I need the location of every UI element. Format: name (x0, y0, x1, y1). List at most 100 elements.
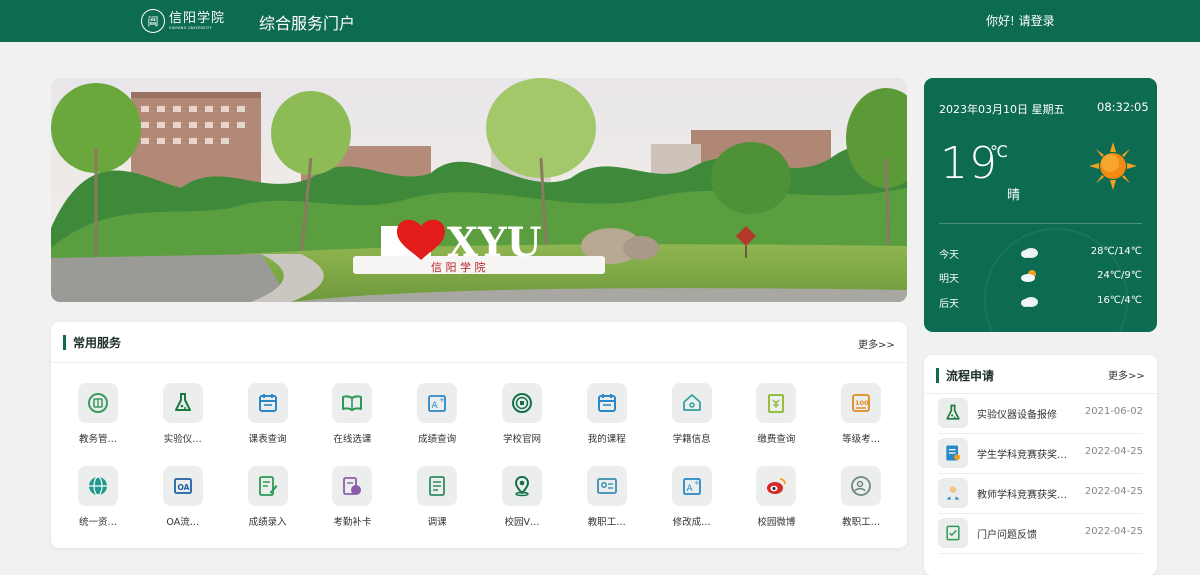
greeting-text: 你好! (986, 14, 1015, 28)
services-header: 常用服务 更多>> (51, 322, 907, 363)
score-100-icon: 100 (841, 383, 882, 423)
forecast-after-tomorrow: 后天 16℃/4℃ (939, 294, 1142, 310)
service-tile[interactable]: A + 修改成… (657, 466, 727, 536)
flow-item-date: 2021-06-02 (1084, 406, 1143, 417)
forecast-today: 今天 28℃/14℃ (939, 245, 1142, 261)
flask-icon (938, 398, 968, 428)
service-label: 教务管… (78, 434, 117, 445)
service-tile[interactable]: 缴费查询 (741, 383, 811, 453)
service-label: 学籍信息 (672, 434, 711, 445)
service-label: 校园微博 (757, 517, 796, 528)
certificate-icon (938, 438, 968, 468)
weather-widget: 2023年03月10日 星期五 08:32:05 19 ℃ 晴 今天 28℃/1… (924, 78, 1157, 332)
flow-more-link[interactable]: 更多>> (1108, 367, 1145, 382)
flow-item-name: 门户问题反馈 (977, 530, 1037, 541)
login-link[interactable]: 请登录 (1019, 14, 1055, 28)
school-seal-icon: 阊 (141, 9, 165, 33)
service-tile[interactable]: A + 成绩查询 (402, 383, 472, 453)
svg-text:A: A (686, 484, 693, 494)
service-tile[interactable]: 教职工… (826, 466, 896, 536)
campus-banner[interactable]: I XYU 信 阳 学 院 (51, 78, 907, 302)
flow-item[interactable]: 教师学科竞赛获奖… 2022-04-25 (938, 473, 1143, 514)
service-label: 实验仪… (163, 434, 202, 445)
weather-date: 2023年03月10日 星期五 (939, 103, 1065, 116)
forecast-day: 今天 (939, 250, 959, 261)
flow-item[interactable]: 门户问题反馈 2022-04-25 (938, 513, 1143, 554)
weather-divider (939, 223, 1142, 224)
service-label: 成绩查询 (418, 434, 457, 445)
service-label: 考勤补卡 (333, 517, 372, 528)
forecast-tomorrow: 明天 24℃/9℃ (939, 269, 1142, 285)
location-pin-icon (502, 466, 542, 506)
service-tile[interactable]: 100 等级考… (826, 383, 896, 453)
service-tile[interactable]: 学校官网 (487, 383, 557, 453)
service-tile[interactable]: 校园V… (487, 466, 557, 536)
svg-text:+: + (439, 396, 445, 404)
service-tile[interactable]: OA OA流… (148, 466, 218, 536)
flow-item-date: 2022-04-25 (1084, 486, 1143, 497)
service-tile[interactable]: 我的课程 (572, 383, 642, 453)
service-label: 我的课程 (587, 434, 626, 445)
logo-english-name: XINYANG UNIVERSITY (169, 25, 212, 30)
service-tile[interactable]: 实验仪… (148, 383, 218, 453)
svg-text:信 阳 学 院: 信 阳 学 院 (431, 260, 486, 274)
service-tile[interactable]: 校园微博 (741, 466, 811, 536)
forecast-range: 24℃/9℃ (1097, 270, 1142, 281)
services-title: 常用服务 (73, 336, 122, 350)
university-logo[interactable]: 阊 信阳学院 XINYANG UNIVERSITY (141, 8, 225, 34)
service-label: 课表查询 (248, 434, 287, 445)
forecast-day: 明天 (939, 274, 959, 285)
flow-item[interactable]: 实验仪器设备报修 2021-06-02 (938, 393, 1143, 434)
svg-text:I: I (381, 219, 400, 266)
section-accent-bar (936, 368, 939, 383)
grade-icon: A + (417, 383, 458, 423)
service-label: OA流… (166, 517, 200, 528)
calendar-icon (247, 383, 288, 423)
flow-item[interactable]: 学生学科竞赛获奖… 2022-04-25 (938, 433, 1143, 474)
service-tile[interactable]: 教务管… (63, 383, 133, 453)
id-card-icon (586, 466, 627, 506)
flow-item-name: 教师学科竞赛获奖… (977, 490, 1067, 501)
flow-header: 流程申请 更多>> (924, 355, 1157, 394)
service-label: 统一资… (78, 517, 117, 528)
service-tile[interactable]: 统一资… (63, 466, 133, 536)
service-label: 教职工… (842, 517, 881, 528)
document-icon (417, 466, 458, 506)
temperature-unit: ℃ (990, 142, 1008, 161)
teacher-award-icon (938, 478, 968, 508)
section-accent-bar (63, 335, 66, 350)
service-label: 教职工… (587, 517, 626, 528)
login-area: 你好! 请登录 (986, 12, 1055, 29)
service-label: 在线选课 (333, 434, 372, 445)
flow-item-name: 学生学科竞赛获奖… (977, 450, 1067, 461)
service-tile[interactable]: 在线选课 (317, 383, 387, 453)
flow-item-date: 2022-04-25 (1084, 526, 1143, 537)
service-tile[interactable]: 课表查询 (233, 383, 303, 453)
logo-name: 信阳学院 (169, 10, 226, 26)
feedback-icon (938, 518, 968, 548)
process-application-card: 流程申请 更多>> 实验仪器设备报修 2021-06-02 学生学科竞赛获奖… 202… (924, 355, 1157, 575)
service-tile[interactable]: 调课 (402, 466, 472, 536)
campus-photo: I XYU 信 阳 学 院 (51, 78, 907, 302)
cloudy-icon (1019, 294, 1039, 311)
service-tile[interactable]: 考勤补卡 (317, 466, 387, 536)
globe-icon (78, 466, 118, 506)
svg-text:OA: OA (177, 483, 189, 492)
school-seal-icon (502, 383, 542, 423)
grade-edit-icon: A + (671, 466, 712, 506)
service-tile[interactable]: 学籍信息 (657, 383, 727, 453)
forecast-range: 28℃/14℃ (1090, 246, 1142, 257)
svg-text:A: A (432, 401, 439, 411)
weather-time: 08:32:05 (1097, 100, 1149, 114)
user-clock-icon (841, 466, 882, 506)
open-book-icon (332, 383, 373, 423)
service-label: 校园V… (504, 517, 540, 528)
service-tile[interactable]: 教职工… (572, 466, 642, 536)
service-tile[interactable]: 成绩录入 (233, 466, 303, 536)
cloudy-icon (1019, 245, 1039, 262)
services-more-link[interactable]: 更多>> (858, 336, 895, 351)
weibo-icon (756, 466, 797, 506)
edit-icon (247, 466, 288, 506)
payment-icon (756, 383, 797, 423)
partly-cloudy-icon (1019, 269, 1039, 286)
